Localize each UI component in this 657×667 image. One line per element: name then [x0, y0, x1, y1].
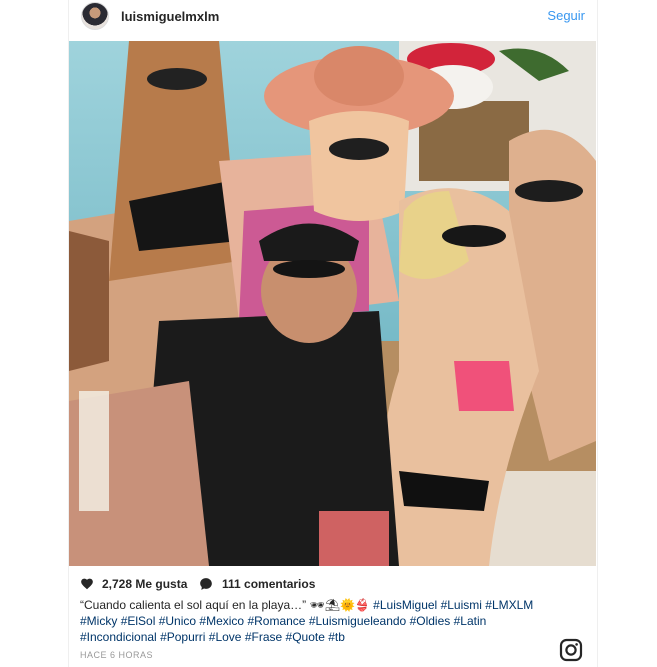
hashtag[interactable]: #Mexico: [199, 614, 244, 628]
avatar[interactable]: [81, 2, 109, 30]
hashtag[interactable]: #LMXLM: [485, 598, 533, 612]
hashtag[interactable]: #Popurri: [160, 630, 205, 644]
hashtag[interactable]: #ElSol: [121, 614, 156, 628]
post-header: luismiguelmxlm Seguir: [69, 0, 597, 34]
hashtag[interactable]: #Quote: [286, 630, 325, 644]
hashtag[interactable]: #Unico: [159, 614, 196, 628]
instagram-post-card: luismiguelmxlm Seguir 2,728 Me gusta 111…: [68, 0, 598, 667]
hashtag[interactable]: #LuisMiguel: [373, 598, 437, 612]
instagram-icon[interactable]: [559, 638, 583, 662]
hashtag[interactable]: #Luismi: [441, 598, 482, 612]
hashtag[interactable]: #tb: [328, 630, 345, 644]
post-photo-illustration: [69, 41, 596, 566]
hashtag[interactable]: #Love: [209, 630, 242, 644]
hashtag[interactable]: #Incondicional: [80, 630, 157, 644]
username[interactable]: luismiguelmxlm: [121, 9, 219, 24]
hashtag[interactable]: #Luismigueleando: [309, 614, 406, 628]
hashtag[interactable]: #Frase: [245, 630, 282, 644]
hashtag[interactable]: #Romance: [247, 614, 305, 628]
hashtag[interactable]: #Oldies: [410, 614, 451, 628]
hashtag[interactable]: #Micky: [80, 614, 117, 628]
likes-count[interactable]: 2,728 Me gusta: [102, 577, 187, 591]
comment-bubble-icon[interactable]: [199, 577, 213, 591]
hashtag[interactable]: #Latin: [454, 614, 487, 628]
post-caption: “Cuando calienta el sol aquí en la playa…: [80, 597, 550, 645]
post-photo[interactable]: [69, 41, 596, 566]
comments-count[interactable]: 111 comentarios: [222, 577, 315, 591]
heart-icon[interactable]: [80, 577, 94, 591]
caption-text: “Cuando calienta el sol aquí en la playa…: [80, 598, 370, 612]
follow-button[interactable]: Seguir: [547, 8, 585, 23]
post-timestamp[interactable]: HACE 6 HORAS: [80, 650, 153, 660]
